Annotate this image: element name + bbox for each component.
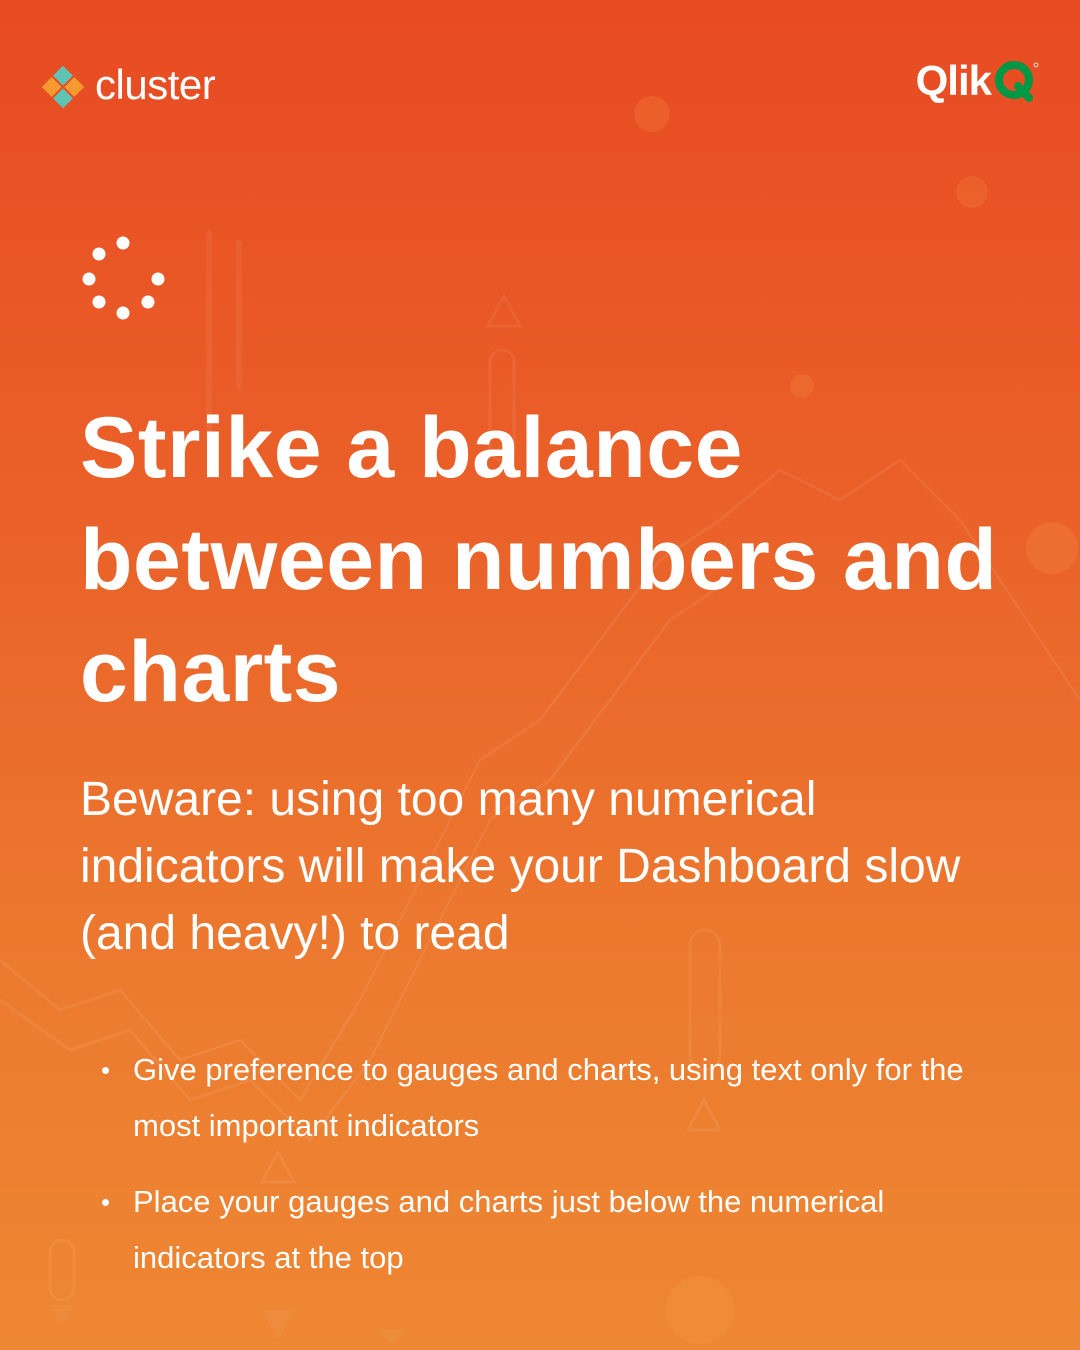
list-item-text: Give preference to gauges and charts, us… — [133, 1052, 964, 1143]
dotted-loader-icon — [82, 236, 165, 320]
list-item: Place your gauges and charts just below … — [80, 1174, 1000, 1286]
qlik-brand: Qlik — [916, 60, 1040, 102]
subheading: Beware: using too many numerical indicat… — [80, 773, 961, 960]
tips-list: Give preference to gauges and charts, us… — [80, 1042, 1000, 1306]
list-item: Give preference to gauges and charts, us… — [80, 1042, 1000, 1154]
cluster-wordmark: cluster — [95, 61, 216, 108]
bullet-icon — [102, 1067, 109, 1074]
list-item-text: Place your gauges and charts just below … — [133, 1184, 885, 1275]
qlik-wordmark: Qlik — [915, 57, 992, 104]
qlik-q-logo-icon — [995, 61, 1039, 102]
slide: cluster Qlik Strike a balance between nu… — [0, 0, 1080, 1350]
bullet-icon — [102, 1199, 109, 1206]
cluster-brand: cluster — [40, 61, 216, 110]
cluster-diamond-logo-icon — [41, 65, 85, 109]
headline: Strike a balance between numbers and cha… — [80, 400, 998, 720]
